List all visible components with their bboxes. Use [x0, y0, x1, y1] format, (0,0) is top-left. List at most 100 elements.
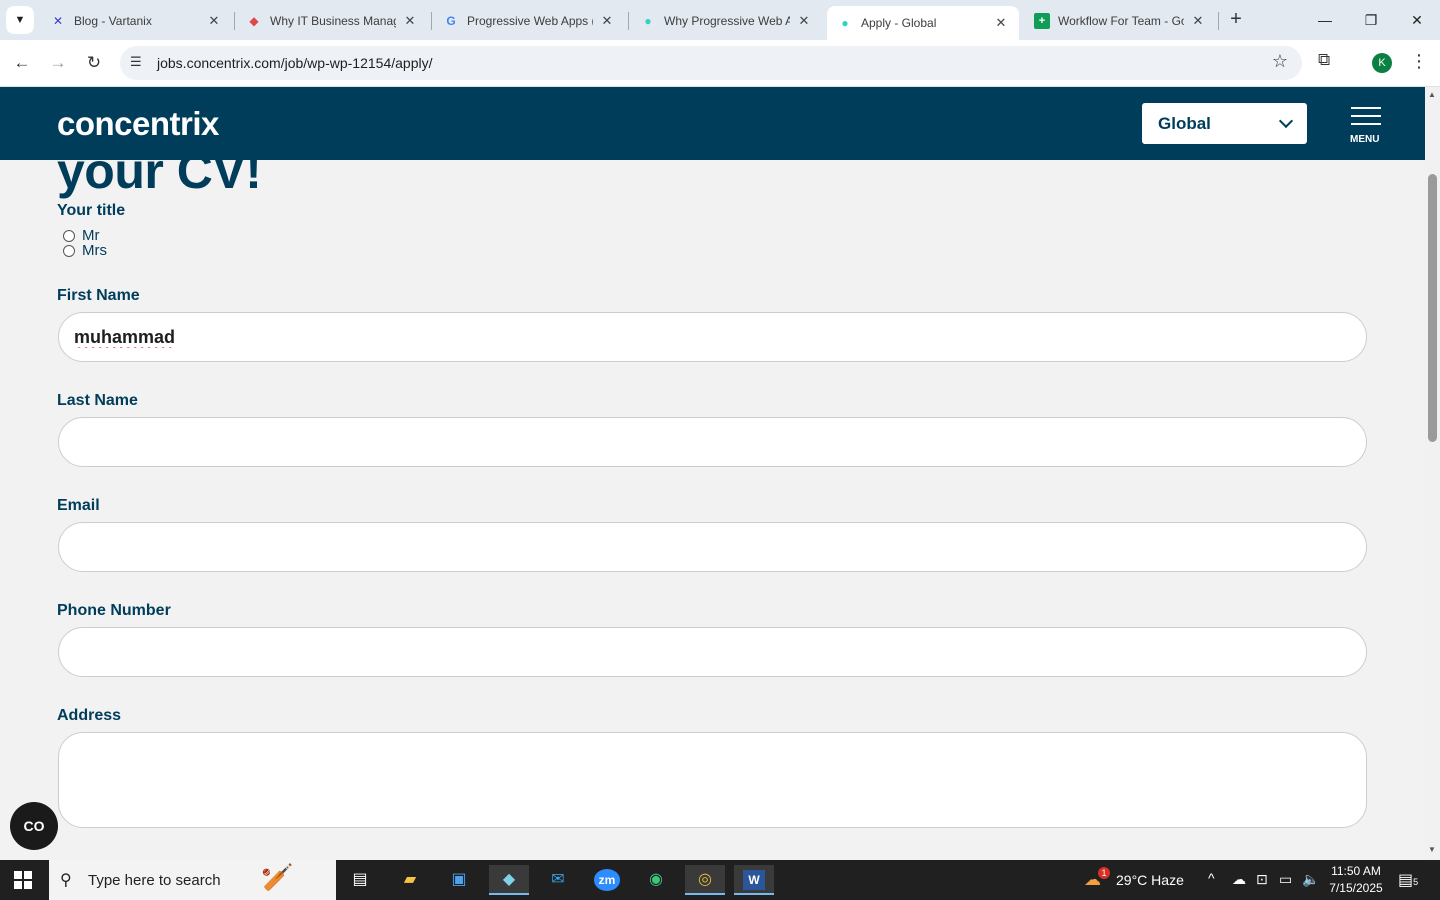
volume-muted-icon[interactable]: 🔈 [1302, 871, 1319, 888]
mail-icon[interactable]: ✉ [538, 865, 578, 895]
tab-title: Blog - Vartanix [74, 14, 152, 28]
chrome-icon[interactable]: ◎ [685, 865, 725, 895]
extensions-puzzle-icon[interactable]: ⧉ [1318, 50, 1330, 70]
taskbar-search[interactable]: ⚲ Type here to search 🏏 [49, 860, 336, 900]
clock-date: 7/15/2025 [1329, 881, 1383, 895]
tab-search-button[interactable]: ▼ [6, 6, 34, 34]
network-icon[interactable]: ▭ [1279, 871, 1292, 888]
notification-center-icon[interactable]: ▤5 [1398, 870, 1418, 890]
tab-strip: ▼ ✕ Blog - Vartanix ✕ ◆ Why IT Business … [0, 0, 1440, 40]
tab-apply-global[interactable]: ● Apply - Global ✕ [827, 6, 1019, 40]
chevron-down-icon: ▼ [14, 14, 26, 26]
scroll-up-icon[interactable]: ▲ [1428, 90, 1436, 99]
first-name-input[interactable] [58, 312, 1367, 362]
tab-separator [234, 12, 235, 30]
last-name-input[interactable] [58, 417, 1367, 467]
radio-mrs[interactable]: Mrs [63, 242, 107, 259]
chevron-down-icon [1278, 113, 1294, 129]
last-name-label: Last Name [57, 392, 138, 409]
scroll-down-icon[interactable]: ▼ [1428, 845, 1436, 854]
concentrix-dot-icon: ● [841, 16, 849, 30]
reload-button[interactable]: ↻ [82, 51, 106, 75]
tab-title: Why Progressive Web A [664, 14, 790, 28]
tab-separator [628, 12, 629, 30]
microsoft-store-icon[interactable]: ▣ [439, 865, 479, 895]
close-icon[interactable]: ✕ [796, 13, 812, 29]
tab-title: Progressive Web Apps ( [467, 14, 593, 28]
security-icon[interactable]: ⊡ [1256, 871, 1268, 888]
phone-label: Phone Number [57, 602, 171, 619]
email-input[interactable] [58, 522, 1367, 572]
region-value: Global [1158, 114, 1211, 133]
close-icon[interactable]: ✕ [599, 13, 615, 29]
profile-avatar[interactable]: K [1372, 53, 1392, 73]
concentrix-dot-icon: ● [644, 14, 652, 28]
restore-button[interactable]: ❐ [1356, 8, 1386, 32]
onedrive-icon[interactable]: ☁ [1232, 871, 1246, 888]
more-menu-icon[interactable]: ⋮ [1410, 51, 1428, 72]
tab-vartanix[interactable]: ✕ Blog - Vartanix ✕ [40, 6, 232, 36]
tab-it-business[interactable]: ◆ Why IT Business Manag ✕ [236, 6, 428, 36]
radio-circle[interactable] [63, 229, 75, 242]
tab-title: Why IT Business Manag [270, 14, 396, 28]
hamburger-icon [1351, 123, 1381, 125]
close-window-button[interactable]: ✕ [1402, 8, 1432, 32]
reload-icon: ↻ [86, 53, 102, 72]
task-view-icon[interactable]: ▤ [340, 865, 380, 895]
arrow-right-icon: → [49, 53, 67, 72]
site-header: concentrix Global MENU [0, 87, 1425, 160]
tab-workflow[interactable]: + Workflow For Team - Go ✕ [1024, 6, 1216, 36]
taskbar-clock[interactable]: 11:50 AM 7/15/2025 [1326, 863, 1386, 897]
menu-button[interactable]: MENU [1346, 105, 1388, 145]
tab-progressive-web-apps[interactable]: G Progressive Web Apps ( ✕ [433, 6, 625, 36]
tab-separator [1218, 12, 1219, 30]
address-textarea[interactable] [58, 732, 1367, 828]
email-label: Email [57, 497, 100, 514]
close-icon[interactable]: ✕ [402, 13, 418, 29]
weather-badge: 1 [1098, 867, 1110, 879]
sheets-icon: + [1034, 13, 1050, 29]
forward-button[interactable]: → [46, 51, 70, 75]
search-highlight-illustration-icon: 🏏 [261, 862, 294, 892]
site-settings-icon[interactable]: ☰ [130, 54, 142, 70]
chat-widget-button[interactable]: CO [10, 802, 58, 850]
address-bar[interactable]: ☰ jobs.concentrix.com/job/wp-wp-12154/ap… [120, 46, 1302, 80]
edge-icon[interactable]: ◉ [636, 865, 676, 895]
address-label: Address [57, 707, 122, 724]
close-icon[interactable]: ✕ [993, 15, 1009, 31]
windows-start-icon[interactable] [14, 871, 32, 889]
word-icon[interactable]: W [734, 865, 774, 895]
url-text[interactable]: jobs.concentrix.com/job/wp-wp-12154/appl… [157, 55, 432, 71]
minimize-button[interactable]: — [1310, 8, 1340, 32]
radio-circle[interactable] [63, 244, 75, 257]
search-icon: ⚲ [60, 872, 72, 889]
logo-text: concentrix [57, 105, 219, 142]
app-diamond-icon[interactable]: ◆ [489, 865, 529, 895]
clock-time: 11:50 AM [1331, 864, 1381, 878]
region-select[interactable]: Global [1142, 103, 1307, 144]
tab-why-progressive[interactable]: ● Why Progressive Web A ✕ [630, 6, 822, 36]
browser-toolbar: ← → ↻ ☰ jobs.concentrix.com/job/wp-wp-12… [0, 40, 1440, 87]
phone-input[interactable] [58, 627, 1367, 677]
page-heading: your CV! [57, 160, 262, 199]
weather-text[interactable]: 29°C Haze [1116, 872, 1184, 888]
back-button[interactable]: ← [10, 51, 34, 75]
vartanix-x-icon: ✕ [52, 14, 64, 28]
tray-chevron-up-icon[interactable]: ^ [1208, 870, 1215, 886]
page-scrollbar[interactable]: ▲ ▼ [1425, 87, 1440, 860]
title-label: Your title [57, 202, 126, 219]
close-icon[interactable]: ✕ [1190, 13, 1206, 29]
diamond-icon: ◆ [249, 14, 259, 28]
new-tab-button[interactable]: + [1224, 8, 1248, 32]
bookmark-star-icon[interactable]: ☆ [1272, 51, 1288, 72]
tab-title: Workflow For Team - Go [1058, 14, 1184, 28]
windows-taskbar: ⚲ Type here to search 🏏 ▤ ▰ ▣ ◆ ✉ zm ◉ ◎… [0, 860, 1440, 900]
hamburger-icon [1351, 107, 1381, 109]
menu-label: MENU [1350, 134, 1380, 145]
zoom-icon[interactable]: zm [587, 865, 627, 895]
scrollbar-thumb[interactable] [1428, 174, 1437, 442]
close-icon[interactable]: ✕ [206, 13, 222, 29]
concentrix-logo[interactable]: concentrix [57, 105, 219, 143]
arrow-left-icon: ← [13, 53, 31, 72]
file-explorer-icon[interactable]: ▰ [390, 865, 430, 895]
